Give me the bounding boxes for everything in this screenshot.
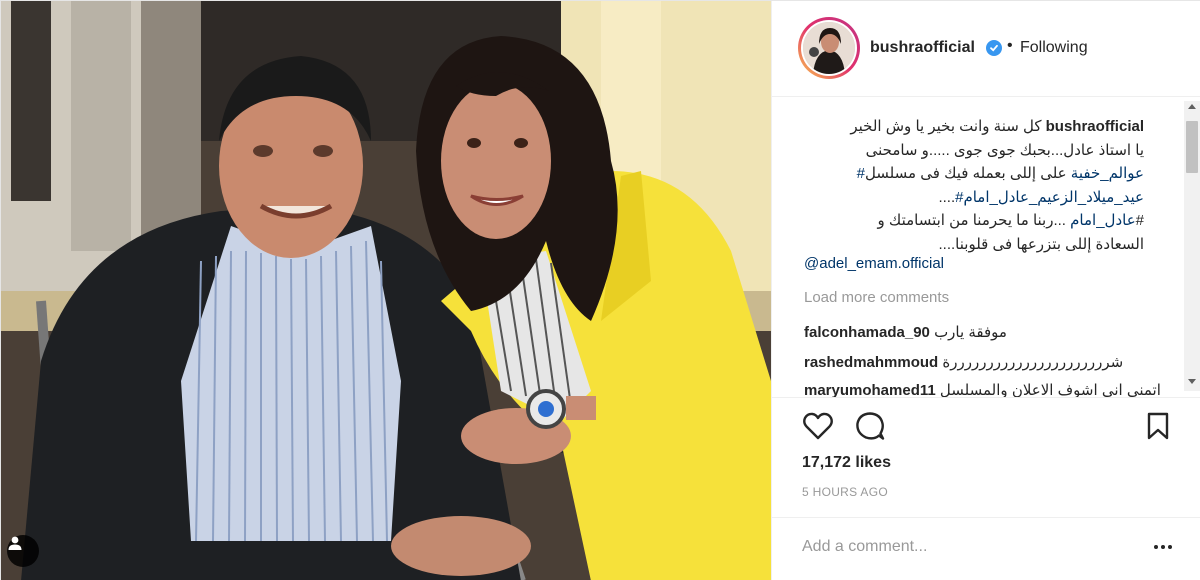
caption-line-5: عادل_امام ...ربنا ما يحرمنا من ابتسامتك …	[804, 209, 1144, 233]
post-header: bushraofficial • Following	[772, 1, 1200, 97]
checkmark-icon	[990, 44, 998, 52]
comment-username[interactable]: rashedmahmmoud	[804, 354, 938, 371]
bookmark-icon	[1147, 412, 1169, 440]
likes-count[interactable]: 17,172 likes	[802, 454, 891, 472]
comment-item: rashedmahmmoud شررررررررررررررررررررررة	[804, 353, 1123, 371]
ellipsis-dot	[1168, 545, 1172, 549]
caption-hashtag-name[interactable]: عادل_امام	[1070, 212, 1136, 229]
caption-line-4: ....#عيد_ميلاد_الزعيم_عادل_امام	[804, 186, 1144, 210]
comment-button[interactable]	[852, 408, 888, 444]
add-comment-bar	[772, 517, 1200, 580]
speech-bubble-icon	[856, 412, 885, 440]
header-separator: •	[1007, 37, 1013, 54]
avatar-image	[803, 22, 855, 74]
scroll-down-arrow-icon[interactable]	[1188, 379, 1196, 384]
comment-text: موفقة يارب	[934, 324, 1007, 341]
caption-username[interactable]: bushraofficial	[1046, 118, 1144, 135]
caption-line3-text: على إللى بعمله فيك فى مسلسل	[864, 165, 1067, 182]
post-caption: كل سنة وانت بخير يا وش الخير bushraoffic…	[804, 115, 1144, 256]
post-actions: 17,172 likes 5 HOURS AGO	[772, 397, 1200, 517]
scroll-up-arrow-icon[interactable]	[1188, 104, 1196, 109]
post-image	[1, 1, 771, 580]
load-more-comments-link[interactable]: Load more comments	[804, 289, 949, 306]
comments-scrollbar[interactable]	[1184, 101, 1200, 391]
add-comment-input[interactable]	[802, 534, 1122, 560]
verified-badge-icon	[986, 40, 1002, 56]
avatar[interactable]	[798, 17, 860, 79]
save-button[interactable]	[1140, 408, 1176, 444]
comment-text: شررررررررررررررررررررررة	[942, 354, 1124, 371]
post-photo[interactable]	[1, 1, 771, 580]
comment-item: falconhamada_90 موفقة يارب	[804, 323, 1007, 341]
header-username[interactable]: bushraofficial	[870, 39, 975, 57]
caption-line-2: يا استاذ عادل...بحبك جوى جوى .....و سامح…	[865, 141, 1144, 159]
ellipsis-icon[interactable]	[1146, 536, 1180, 558]
caption-line4-dots: ....	[938, 188, 956, 206]
caption-line1-text: كل سنة وانت بخير يا وش الخير	[850, 118, 1042, 135]
following-button[interactable]: Following	[1020, 39, 1088, 57]
comment-username[interactable]: falconhamada_90	[804, 324, 930, 341]
comments-list[interactable]: كل سنة وانت بخير يا وش الخير bushraoffic…	[772, 101, 1184, 397]
caption-mention[interactable]: @adel_emam.official	[804, 255, 944, 272]
comment-username[interactable]: maryumohamed11	[804, 382, 936, 397]
post-timestamp[interactable]: 5 HOURS AGO	[802, 485, 888, 499]
ellipsis-dot	[1161, 545, 1165, 549]
caption-line-3: #عوالم_خفية على إللى بعمله فيك فى مسلسل	[804, 162, 1144, 186]
caption-line-6: ....السعادة إللى بتزرعها فى قلوبنا	[938, 235, 1145, 253]
instagram-post: bushraofficial • Following كل سنة وانت ب…	[0, 0, 1200, 580]
like-button[interactable]	[800, 408, 836, 444]
caption-hashtag-birthday[interactable]: #عيد_ميلاد_الزعيم_عادل_امام	[955, 189, 1144, 206]
caption-line-1: كل سنة وانت بخير يا وش الخير bushraoffic…	[804, 115, 1144, 139]
ellipsis-dot	[1154, 545, 1158, 549]
heart-icon	[803, 412, 833, 440]
comment-item: maryumohamed11 اتمنى انى اشوف الاعلان وا…	[804, 381, 1161, 397]
user-tag-icon[interactable]	[7, 535, 39, 567]
user-tag-glyph	[8, 536, 22, 550]
post-side-panel: bushraofficial • Following كل سنة وانت ب…	[771, 1, 1200, 580]
scrollbar-thumb[interactable]	[1186, 121, 1198, 173]
comment-text: اتمنى انى اشوف الاعلان والمسلسل	[939, 382, 1161, 397]
